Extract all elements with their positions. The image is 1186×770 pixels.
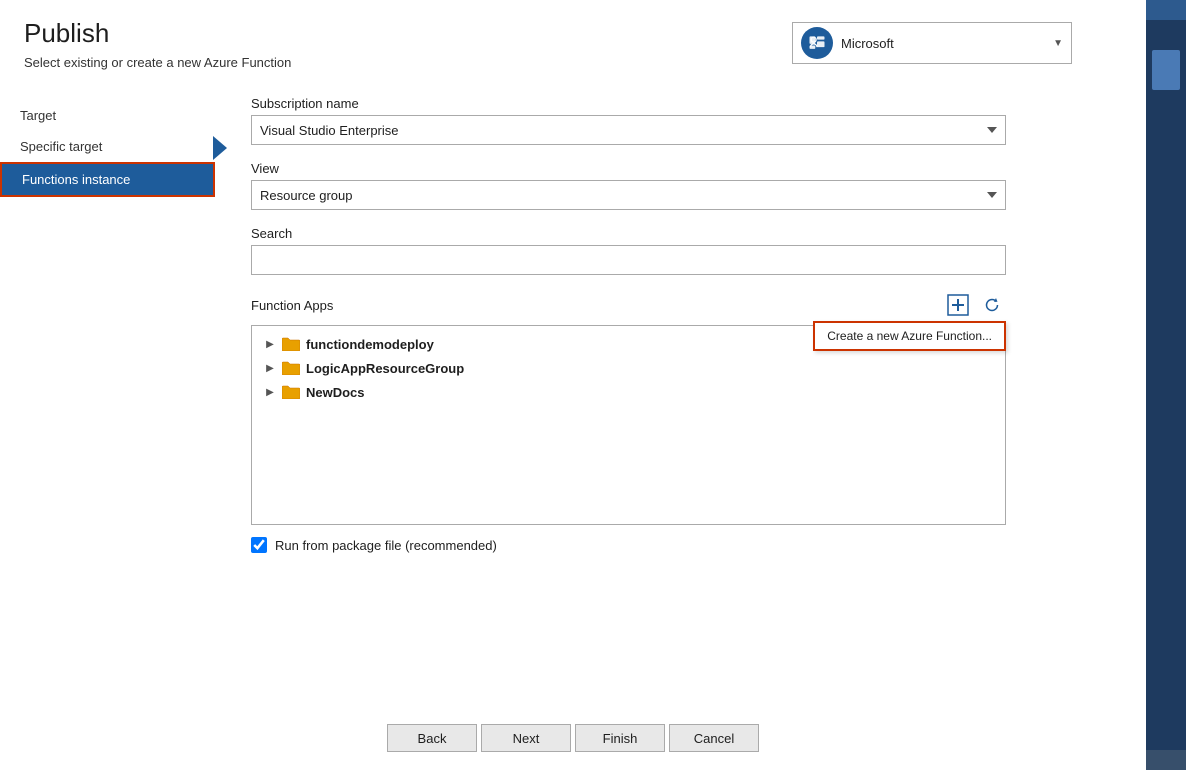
tree-item-label-3: NewDocs (306, 385, 365, 400)
plus-icon (947, 294, 969, 316)
function-apps-actions: Create a new Azure Function... (944, 291, 1006, 319)
run-from-package-checkbox[interactable] (251, 537, 267, 553)
function-apps-header: Function Apps (251, 291, 1006, 319)
run-from-package-label: Run from package file (recommended) (275, 538, 497, 553)
nav-arrow-icon (213, 136, 227, 160)
tooltip-text: Create a new Azure Function... (827, 329, 992, 343)
view-select[interactable]: Resource group (251, 180, 1006, 210)
search-label: Search (251, 226, 1122, 241)
tree-item-label-2: LogicAppResourceGroup (306, 361, 464, 376)
search-input[interactable] (251, 245, 1006, 275)
header: Publish Select existing or create a new … (0, 0, 1146, 80)
left-nav: Target Specific target Functions instanc… (0, 80, 215, 708)
nav-item-target[interactable]: Target (0, 100, 215, 131)
folder-icon-1 (282, 337, 300, 351)
nav-label-specific-target: Specific target (20, 139, 102, 154)
scrollbar-thumb[interactable] (1152, 50, 1180, 90)
tree-item-3[interactable]: ▶ NewDocs (252, 380, 1005, 404)
function-apps-label: Function Apps (251, 298, 333, 313)
nav-label-functions-instance: Functions instance (22, 172, 130, 187)
expand-icon-3: ▶ (262, 384, 278, 400)
account-selector[interactable]: Microsoft ▼ (792, 22, 1072, 64)
account-name: Microsoft (841, 36, 1045, 51)
subscription-group: Subscription name Visual Studio Enterpri… (251, 96, 1122, 145)
account-icon (801, 27, 833, 59)
nav-item-specific-target[interactable]: Specific target (0, 131, 215, 162)
sidebar-bottom (1146, 750, 1186, 770)
sidebar-scrollbar-area (1146, 20, 1186, 750)
expand-icon-2: ▶ (262, 360, 278, 376)
tree-item-label-1: functiondemodeploy (306, 337, 434, 352)
add-function-button[interactable] (944, 291, 972, 319)
function-apps-tree[interactable]: ▶ functiondemodeploy ▶ (251, 325, 1006, 525)
dialog: Publish Select existing or create a new … (0, 0, 1146, 770)
subscription-select[interactable]: Visual Studio Enterprise (251, 115, 1006, 145)
view-group: View Resource group (251, 161, 1122, 210)
footer-buttons: Back Next Finish Cancel (0, 708, 1146, 770)
main-container: Publish Select existing or create a new … (0, 0, 1186, 770)
nav-arrow-container (213, 80, 227, 708)
page-title: Publish (24, 18, 291, 49)
create-function-tooltip: Create a new Azure Function... (813, 321, 1006, 351)
page-subtitle: Select existing or create a new Azure Fu… (24, 55, 291, 70)
finish-button[interactable]: Finish (575, 724, 665, 752)
search-group: Search (251, 226, 1122, 275)
refresh-button[interactable] (978, 291, 1006, 319)
view-label: View (251, 161, 1122, 176)
folder-icon-3 (282, 385, 300, 399)
nav-item-functions-instance[interactable]: Functions instance (0, 162, 215, 197)
next-button[interactable]: Next (481, 724, 571, 752)
content-area: Target Specific target Functions instanc… (0, 80, 1146, 708)
right-sidebar (1146, 0, 1186, 770)
back-button[interactable]: Back (387, 724, 477, 752)
tree-item-2[interactable]: ▶ LogicAppResourceGroup (252, 356, 1005, 380)
account-dropdown-icon: ▼ (1053, 38, 1063, 49)
folder-icon-2 (282, 361, 300, 375)
function-apps-section: Function Apps (251, 291, 1122, 525)
subscription-label: Subscription name (251, 96, 1122, 111)
expand-icon-1: ▶ (262, 336, 278, 352)
nav-label-target: Target (20, 108, 56, 123)
refresh-icon (983, 296, 1001, 314)
checkbox-row: Run from package file (recommended) (251, 537, 1122, 553)
cancel-button[interactable]: Cancel (669, 724, 759, 752)
right-panel: Subscription name Visual Studio Enterpri… (227, 80, 1146, 708)
sidebar-top-bar (1146, 0, 1186, 20)
